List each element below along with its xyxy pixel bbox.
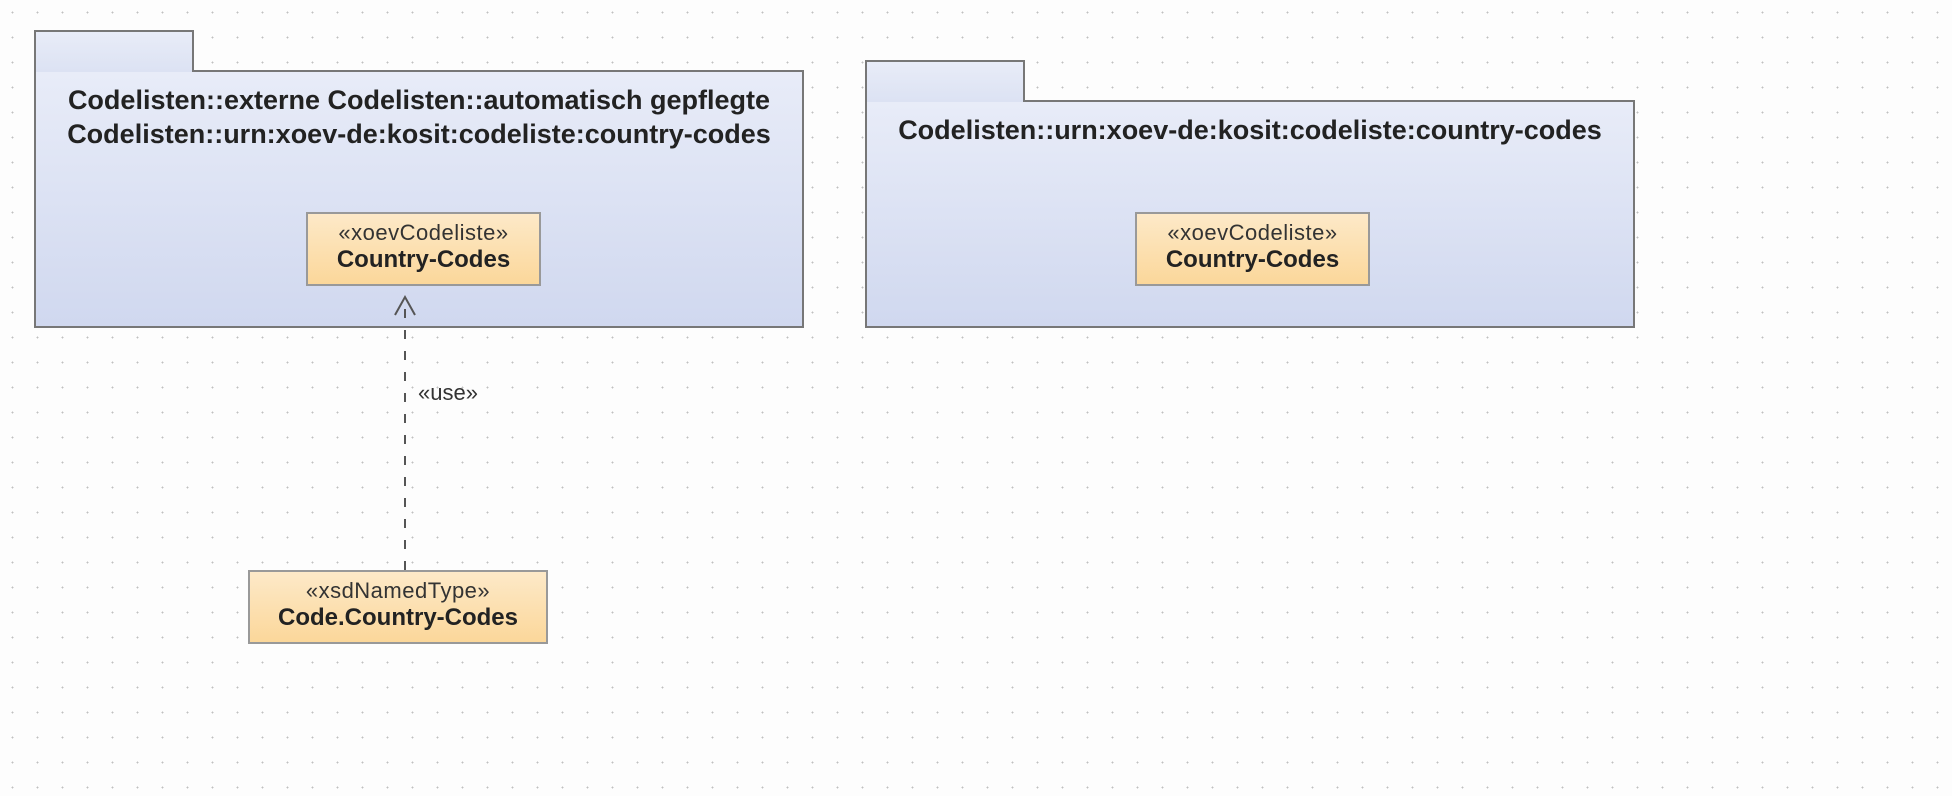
stereotype-label: «xoevCodeliste» [1157, 220, 1348, 246]
class-name: Country-Codes [1157, 246, 1348, 274]
package-tab-right [865, 60, 1025, 102]
classifier-country-codes-right[interactable]: «xoevCodeliste» Country-Codes [1135, 212, 1370, 286]
package-right[interactable]: Codelisten::urn:xoev-de:kosit:codeliste:… [865, 100, 1635, 328]
classifier-code-country-codes[interactable]: «xsdNamedType» Code.Country-Codes [248, 570, 548, 644]
package-title-right: Codelisten::urn:xoev-de:kosit:codeliste:… [867, 102, 1633, 156]
package-title-left: Codelisten::externe Codelisten::automati… [36, 72, 802, 160]
class-name: Code.Country-Codes [270, 604, 526, 632]
classifier-country-codes-left[interactable]: «xoevCodeliste» Country-Codes [306, 212, 541, 286]
class-name: Country-Codes [328, 246, 519, 274]
dependency-label: «use» [418, 380, 478, 406]
stereotype-label: «xoevCodeliste» [328, 220, 519, 246]
package-tab-left [34, 30, 194, 72]
package-left[interactable]: Codelisten::externe Codelisten::automati… [34, 70, 804, 328]
stereotype-label: «xsdNamedType» [270, 578, 526, 604]
